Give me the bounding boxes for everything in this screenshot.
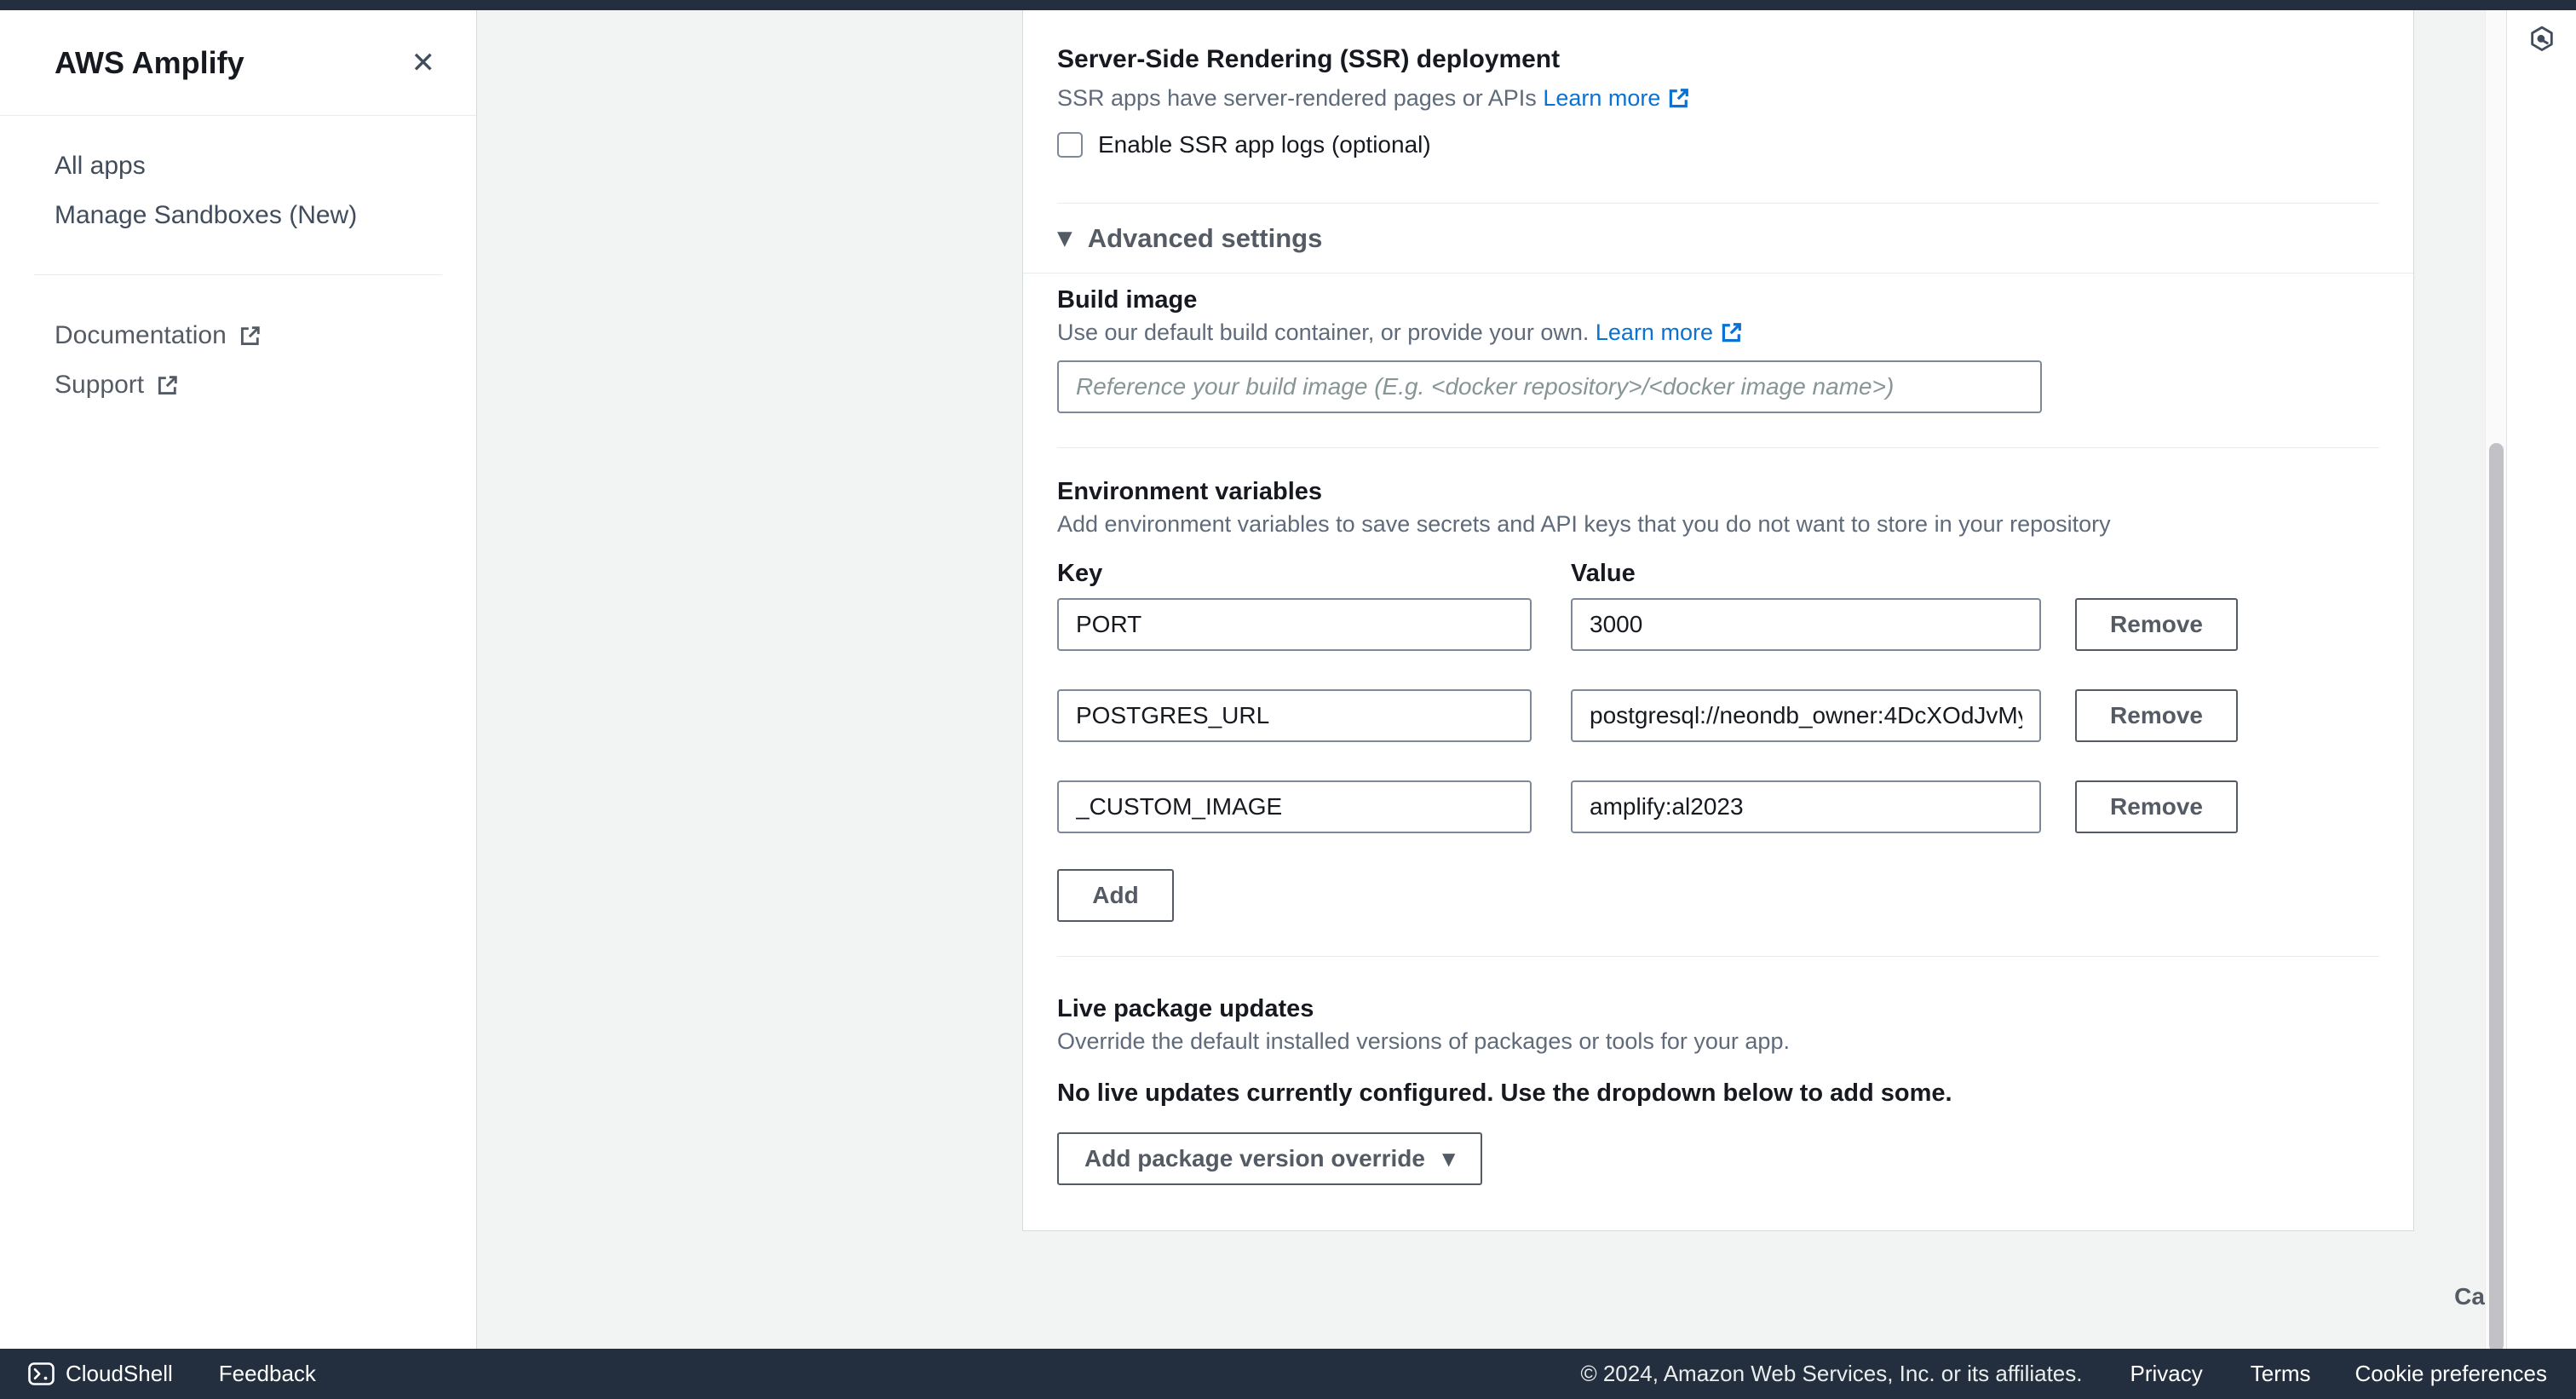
value-column-header: Value [1571, 559, 1636, 588]
live-package-updates-title: Live package updates [1057, 994, 2379, 1023]
build-image-learn-more-link[interactable]: Learn more [1596, 318, 1743, 347]
scrollbar-thumb[interactable] [2489, 443, 2504, 1352]
build-image-description-text: Use our default build container, or prov… [1057, 320, 1589, 345]
caret-down-icon: ▼ [1442, 1149, 1455, 1169]
footer-left: CloudShell Feedback [28, 1361, 316, 1387]
main-content: Server-Side Rendering (SSR) deployment S… [478, 10, 2485, 1349]
footer-terms-link[interactable]: Terms [2251, 1361, 2311, 1387]
external-link-icon [156, 374, 179, 397]
ssr-description-text: SSR apps have server-rendered pages or A… [1057, 85, 1537, 111]
amazon-q-icon[interactable] [2528, 25, 2556, 54]
footer-cloudshell-link[interactable]: CloudShell [66, 1361, 173, 1387]
env-var-row: Remove [1057, 780, 2379, 833]
advanced-settings-toggle[interactable]: ▼ Advanced settings [1023, 204, 2413, 273]
env-value-input[interactable] [1571, 598, 2041, 651]
sidebar-item-documentation[interactable]: Documentation [0, 311, 476, 360]
footer-right: © 2024, Amazon Web Services, Inc. or its… [1580, 1361, 2547, 1387]
external-link-icon [1667, 87, 1690, 110]
footer-copyright: © 2024, Amazon Web Services, Inc. or its… [1580, 1361, 2082, 1387]
remove-button[interactable]: Remove [2075, 689, 2238, 742]
env-value-input[interactable] [1571, 689, 2041, 742]
close-icon[interactable]: ✕ [411, 49, 436, 78]
add-package-version-override-dropdown[interactable]: Add package version override ▼ [1057, 1132, 1482, 1185]
sidebar-item-manage-sandboxes[interactable]: Manage Sandboxes (New) [0, 191, 476, 240]
sidebar-title: AWS Amplify [55, 45, 244, 81]
build-image-input[interactable] [1057, 360, 2042, 413]
ssr-learn-more-link[interactable]: Learn more [1543, 83, 1690, 112]
build-image-label: Build image [1057, 285, 2379, 314]
ssr-logs-checkbox[interactable] [1057, 132, 1083, 158]
sidebar-header: AWS Amplify ✕ [0, 10, 476, 116]
learn-more-label: Learn more [1543, 83, 1660, 112]
ssr-section-description: SSR apps have server-rendered pages or A… [1057, 83, 2379, 112]
footer-feedback-link[interactable]: Feedback [219, 1361, 316, 1387]
section-divider [1057, 447, 2379, 448]
ssr-section: Server-Side Rendering (SSR) deployment S… [1023, 10, 2413, 204]
environment-variables-title: Environment variables [1057, 477, 2379, 506]
right-side-rail [2507, 10, 2576, 1349]
dropdown-label: Add package version override [1084, 1145, 1425, 1172]
remove-button[interactable]: Remove [2075, 780, 2238, 833]
sidebar-link-label: Support [55, 371, 144, 400]
settings-card: Server-Side Rendering (SSR) deployment S… [1022, 10, 2414, 1231]
key-column-header: Key [1057, 559, 1532, 588]
add-env-var-button[interactable]: Add [1057, 869, 1174, 922]
environment-variables-description: Add environment variables to save secret… [1057, 510, 2379, 538]
learn-more-label: Learn more [1596, 318, 1713, 347]
sidebar-divider [34, 274, 442, 275]
caret-down-icon: ▼ [1057, 227, 1072, 250]
ssr-logs-row: Enable SSR app logs (optional) [1057, 131, 2379, 204]
env-key-input[interactable] [1057, 598, 1532, 651]
live-package-updates-empty-message: No live updates currently configured. Us… [1057, 1078, 2379, 1108]
build-image-description: Use our default build container, or prov… [1057, 318, 2379, 347]
env-var-column-headers: Key Value [1057, 559, 2379, 588]
live-package-updates-description: Override the default installed versions … [1057, 1027, 2379, 1056]
env-var-row: Remove [1057, 598, 2379, 651]
top-nav-bar [0, 0, 2576, 10]
footer-privacy-link[interactable]: Privacy [2130, 1361, 2203, 1387]
sidebar-nav: All apps Manage Sandboxes (New) Document… [0, 116, 476, 410]
env-value-input[interactable] [1571, 780, 2041, 833]
sidebar-link-label: Documentation [55, 321, 227, 350]
wizard-actions: Cancel Previous Next [478, 1270, 2576, 1323]
cloudshell-icon [28, 1362, 55, 1385]
ssr-section-title: Server-Side Rendering (SSR) deployment [1057, 44, 2379, 75]
advanced-settings-title: Advanced settings [1088, 223, 1323, 254]
external-link-icon [239, 325, 262, 348]
section-divider [1057, 956, 2379, 957]
env-var-row: Remove [1057, 689, 2379, 742]
ssr-logs-checkbox-label[interactable]: Enable SSR app logs (optional) [1098, 131, 1431, 158]
sidebar: AWS Amplify ✕ All apps Manage Sandboxes … [0, 10, 477, 1349]
remove-button[interactable]: Remove [2075, 598, 2238, 651]
sidebar-item-support[interactable]: Support [0, 360, 476, 410]
sidebar-item-all-apps[interactable]: All apps [0, 141, 476, 191]
env-key-input[interactable] [1057, 780, 1532, 833]
footer-cookie-preferences-link[interactable]: Cookie preferences [2355, 1361, 2547, 1387]
external-link-icon [1720, 321, 1743, 344]
env-key-input[interactable] [1057, 689, 1532, 742]
advanced-settings-body: Build image Use our default build contai… [1023, 273, 2413, 1185]
console-footer: CloudShell Feedback © 2024, Amazon Web S… [0, 1349, 2576, 1399]
vertical-scrollbar [2485, 10, 2507, 1349]
amplify-deploy-settings-page: AWS Amplify ✕ All apps Manage Sandboxes … [0, 0, 2576, 1399]
